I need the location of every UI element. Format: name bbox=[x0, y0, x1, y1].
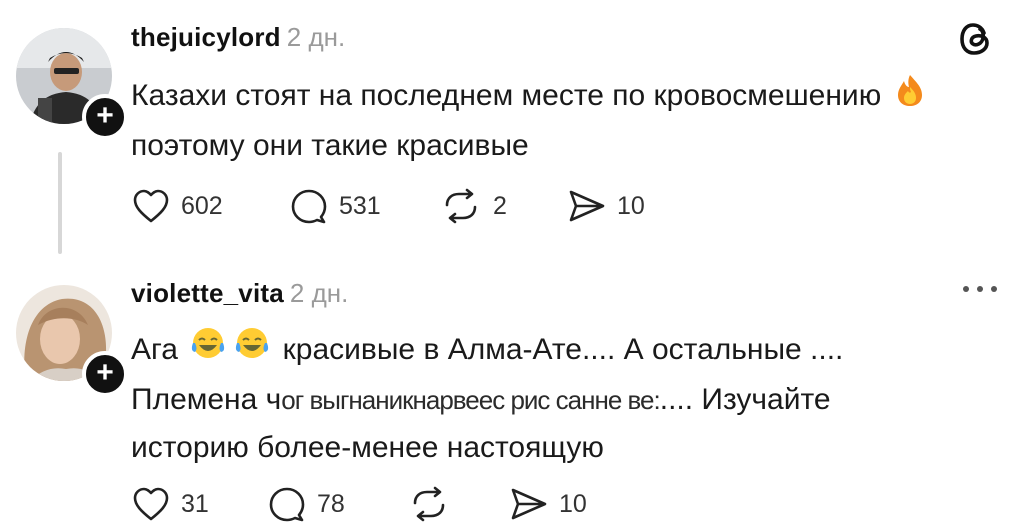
fire-emoji bbox=[894, 73, 926, 122]
comment-icon bbox=[269, 487, 305, 522]
follow-button[interactable]: + bbox=[82, 351, 128, 397]
tears-of-joy-emoji bbox=[190, 327, 226, 376]
more-options-icon[interactable] bbox=[960, 282, 1000, 296]
like-button[interactable]: 602 bbox=[131, 184, 223, 228]
share-button[interactable]: 10 bbox=[567, 184, 645, 228]
repost-count: 2 bbox=[493, 191, 507, 220]
heart-icon bbox=[133, 487, 169, 521]
post-text-segment: красивые в Алма-Ате.... А остальные .... bbox=[282, 333, 844, 366]
like-count: 602 bbox=[181, 191, 223, 220]
username[interactable]: violette_vita bbox=[131, 278, 284, 308]
repost-icon bbox=[413, 486, 445, 522]
reply-button[interactable]: 78 bbox=[267, 482, 345, 526]
repost-button[interactable] bbox=[407, 482, 461, 526]
post-header: violette_vita 2 дн. bbox=[131, 278, 348, 309]
post-text-segment: .... Изучайте bbox=[659, 382, 831, 416]
comment-icon bbox=[291, 189, 327, 224]
timestamp: 2 дн. bbox=[289, 278, 349, 308]
heart-icon bbox=[133, 189, 169, 223]
like-count: 31 bbox=[181, 489, 209, 518]
post-header: thejuicylord 2 дн. bbox=[131, 22, 345, 53]
timestamp: 2 дн. bbox=[286, 22, 346, 52]
reply-count: 78 bbox=[317, 489, 345, 518]
reply-count: 531 bbox=[339, 191, 381, 220]
avatar-violette_vita[interactable]: + bbox=[16, 285, 128, 397]
post-text: Казахи стоят на последнем месте по крово… bbox=[131, 72, 930, 170]
reply-button[interactable]: 531 bbox=[289, 184, 381, 228]
post-text-line: поэтому они такие красивые bbox=[131, 128, 529, 162]
repost-icon bbox=[445, 188, 477, 224]
thread-connector-line bbox=[58, 152, 62, 254]
garbled-text: ог выгнаникнарвеес рис санне ве: bbox=[281, 384, 660, 415]
username[interactable]: thejuicylord bbox=[131, 22, 281, 52]
share-icon bbox=[511, 488, 547, 520]
like-button[interactable]: 31 bbox=[131, 482, 209, 526]
share-button[interactable]: 10 bbox=[509, 482, 587, 526]
share-count: 10 bbox=[559, 489, 587, 518]
post-text-segment: Племена ч bbox=[131, 382, 282, 416]
post-text: Ага красивые в Алма-Ате.... А остальные … bbox=[131, 326, 843, 472]
share-icon bbox=[569, 190, 605, 222]
post-text-segment: Ага bbox=[131, 333, 178, 366]
repost-button[interactable]: 2 bbox=[439, 184, 507, 228]
follow-button[interactable]: + bbox=[82, 94, 128, 140]
tears-of-joy-emoji bbox=[234, 327, 270, 376]
avatar-thejuicylord[interactable]: + bbox=[16, 28, 128, 140]
post-text-line: Казахи стоят на последнем месте по крово… bbox=[131, 79, 882, 112]
threads-logo-icon[interactable] bbox=[958, 20, 994, 58]
share-count: 10 bbox=[617, 191, 645, 220]
post-text-line: историю более-менее настоящую bbox=[131, 430, 604, 464]
